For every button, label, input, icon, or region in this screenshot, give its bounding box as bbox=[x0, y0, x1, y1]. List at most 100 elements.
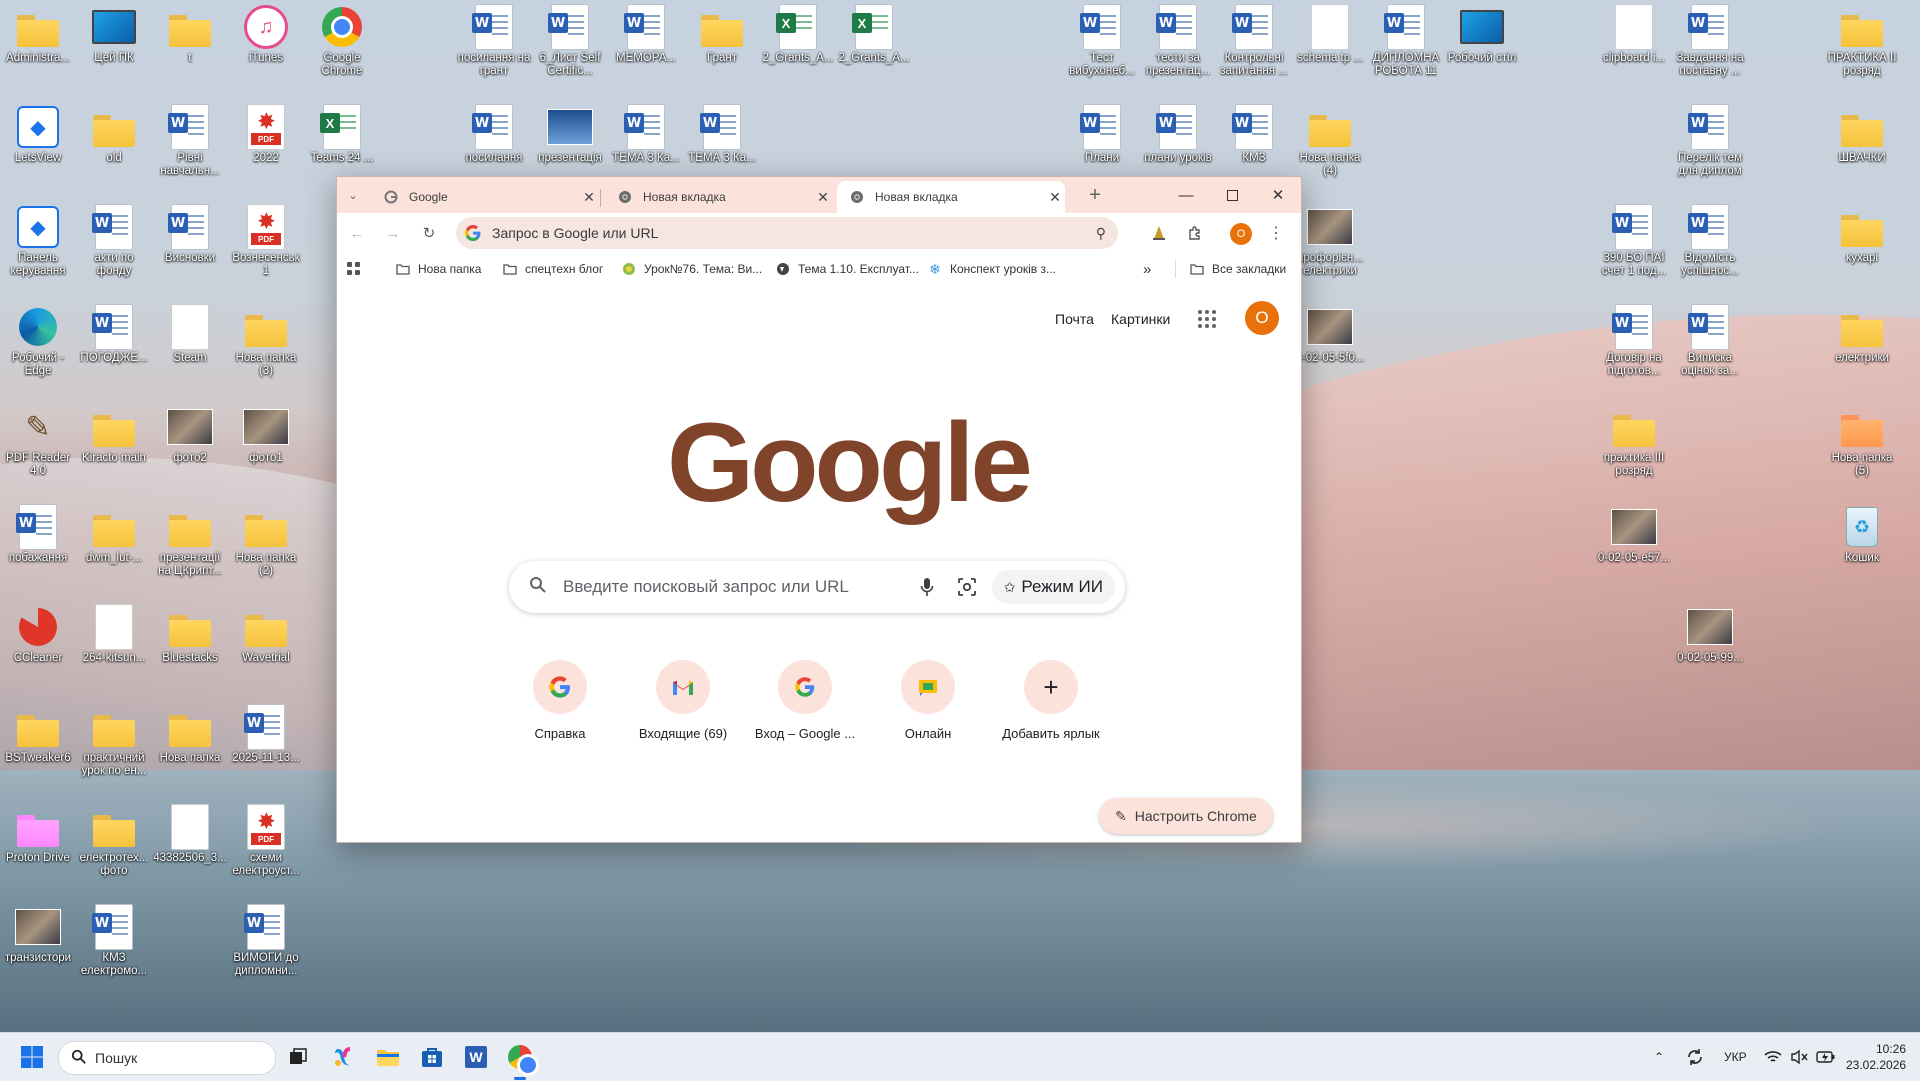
maximize-button[interactable] bbox=[1209, 177, 1255, 213]
desktop-icon[interactable]: W Завдання на поставну ... bbox=[1672, 4, 1748, 78]
tab-new-1[interactable]: Новая вкладка ✕ bbox=[605, 181, 833, 213]
desktop-icon[interactable]: Нова папка (3) bbox=[228, 304, 304, 378]
desktop-icon[interactable]: W 6_Лист Self Certific... bbox=[532, 4, 608, 78]
desktop-icon[interactable]: clipboard i... bbox=[1596, 4, 1672, 65]
desktop-icon[interactable]: 0-02-05-99... bbox=[1672, 604, 1748, 665]
desktop-icon[interactable]: W Контрольні запитання ... bbox=[1216, 4, 1292, 78]
desktop-icon[interactable]: X 2_Grants_A... bbox=[760, 4, 836, 65]
microphone-icon[interactable] bbox=[914, 577, 940, 597]
gmail-link[interactable]: Почта bbox=[1055, 311, 1094, 327]
desktop-icon[interactable]: презентації на ЦКрипт... bbox=[152, 504, 228, 578]
desktop-icon[interactable]: W Плани bbox=[1064, 104, 1140, 165]
images-link[interactable]: Картинки bbox=[1111, 311, 1170, 327]
copilot-icon[interactable] bbox=[328, 1041, 360, 1073]
desktop-icon[interactable]: dwm_lut-... bbox=[76, 504, 152, 565]
customize-chrome-button[interactable]: ✎ Настроить Chrome bbox=[1099, 798, 1273, 834]
clock[interactable]: 10:26 23.02.2026 bbox=[1846, 1041, 1906, 1073]
tab-close-icon[interactable]: ✕ bbox=[1045, 189, 1065, 206]
tab-close-icon[interactable]: ✕ bbox=[579, 189, 599, 206]
tab-search-chevron-icon[interactable]: ⌄ bbox=[341, 183, 365, 207]
desktop-icon[interactable]: Цей ПК bbox=[76, 4, 152, 65]
desktop-icon[interactable]: ◆ LetsView bbox=[0, 104, 76, 165]
desktop-icon[interactable]: W КМЗ bbox=[1216, 104, 1292, 165]
file-explorer-icon[interactable] bbox=[372, 1041, 404, 1073]
desktop-icon[interactable]: 264-kitsun... bbox=[76, 604, 152, 665]
desktop-icon[interactable]: Administra... bbox=[0, 4, 76, 65]
desktop-icon[interactable]: практичний урок по ен... bbox=[76, 704, 152, 778]
desktop-icon[interactable]: фото1 bbox=[228, 404, 304, 465]
desktop-icon[interactable]: практика ІІІ розряд bbox=[1596, 404, 1672, 478]
desktop-icon[interactable]: 0-02-05-5f0... bbox=[1292, 304, 1368, 365]
desktop-icon[interactable]: Нова папка (2) bbox=[228, 504, 304, 578]
desktop-icon[interactable]: X Teams 24 ... bbox=[304, 104, 380, 165]
all-bookmarks[interactable]: Все закладки bbox=[1189, 259, 1286, 279]
desktop-icon[interactable]: W КМЗ електромо... bbox=[76, 904, 152, 978]
forward-arrow-icon[interactable]: → bbox=[381, 221, 405, 245]
desktop-icon[interactable]: W ПОГОДЖЕ... bbox=[76, 304, 152, 365]
desktop-icon[interactable]: CCleaner bbox=[0, 604, 76, 665]
desktop-icon[interactable]: Wпосилання bbox=[456, 104, 532, 165]
desktop-icon[interactable]: Google Chrome bbox=[304, 4, 380, 78]
desktop-icon[interactable]: Wплани уроків bbox=[1140, 104, 1216, 165]
desktop-icon[interactable]: Wакти по фонду bbox=[76, 204, 152, 278]
desktop-icon[interactable]: W Рівні навчальн... bbox=[152, 104, 228, 178]
volume-muted-icon[interactable] bbox=[1790, 1033, 1808, 1081]
show-hidden-icons-chevron-icon[interactable]: ⌃ bbox=[1654, 1033, 1664, 1081]
extensions-puzzle-icon[interactable] bbox=[1183, 221, 1207, 245]
desktop-icon[interactable]: ✸ PDF 2022 bbox=[228, 104, 304, 165]
minimize-button[interactable]: — bbox=[1163, 177, 1209, 213]
bookmark-folder-spetstekhn[interactable]: спецтехн блог bbox=[502, 259, 603, 279]
new-tab-plus-icon[interactable]: + bbox=[1083, 183, 1107, 207]
google-lens-icon[interactable] bbox=[954, 577, 980, 597]
desktop-icon[interactable]: транзистори bbox=[0, 904, 76, 965]
bookmarks-overflow-icon[interactable]: » bbox=[1143, 259, 1151, 279]
battery-charging-icon[interactable] bbox=[1816, 1033, 1836, 1081]
bookmark-tema-1-10[interactable]: Тема 1.10. Експлуат... bbox=[775, 259, 919, 279]
desktop-icon[interactable]: W Відомість успішнос... bbox=[1672, 204, 1748, 278]
desktop-icon[interactable]: W МЕМОРА... bbox=[608, 4, 684, 65]
google-apps-icon[interactable] bbox=[1197, 309, 1217, 334]
desktop-icon[interactable]: ♻ Кошик bbox=[1824, 504, 1900, 565]
shortcut-add[interactable]: + Добавить ярлык bbox=[996, 660, 1106, 741]
desktop-icon[interactable]: кухарі bbox=[1824, 204, 1900, 265]
omnibox[interactable]: Запрос в Google или URL ⚲ bbox=[456, 217, 1118, 249]
reload-icon[interactable]: ↻ bbox=[417, 221, 441, 245]
shortcut-gmail[interactable]: Входящие (69) bbox=[628, 660, 738, 741]
menu-kebab-icon[interactable]: ⋮ bbox=[1264, 221, 1288, 245]
desktop-icon[interactable]: W ТЕМА 3 Ка... bbox=[608, 104, 684, 165]
desktop-icon[interactable]: Нова папка (5) bbox=[1824, 404, 1900, 478]
desktop-icon[interactable]: ✎ PDF Reader 4.0 bbox=[0, 404, 76, 478]
desktop-icon[interactable]: Wпобажання bbox=[0, 504, 76, 565]
desktop-icon[interactable]: електрики bbox=[1824, 304, 1900, 365]
desktop-icon[interactable]: W ДИПЛОМНА РОБОТА 11 bbox=[1368, 4, 1444, 78]
desktop-icon[interactable]: електротех... фото bbox=[76, 804, 152, 878]
desktop-icon[interactable]: ШВАЧКИ bbox=[1824, 104, 1900, 165]
desktop-icon[interactable]: ♫ iTunes bbox=[228, 4, 304, 65]
desktop-icon[interactable]: 0-02-05-e57... bbox=[1596, 504, 1672, 565]
desktop-icon[interactable]: Wпосилання на грант bbox=[456, 4, 532, 78]
desktop-icon[interactable]: Wтести за презентац... bbox=[1140, 4, 1216, 78]
desktop-icon[interactable]: schema tp ... bbox=[1292, 4, 1368, 65]
microsoft-store-icon[interactable] bbox=[416, 1041, 448, 1073]
desktop-icon[interactable]: Steam bbox=[152, 304, 228, 365]
desktop-icon[interactable]: ✸ PDF схеми електроуст... bbox=[228, 804, 304, 878]
desktop-icon[interactable]: Грант bbox=[684, 4, 760, 65]
shortcut-help[interactable]: Справка bbox=[505, 660, 615, 741]
chrome-taskbar-icon[interactable] bbox=[504, 1041, 536, 1073]
shortcut-meet[interactable]: Онлайн bbox=[873, 660, 983, 741]
tab-new-active[interactable]: Новая вкладка ✕ bbox=[837, 181, 1065, 213]
wifi-icon[interactable] bbox=[1764, 1033, 1782, 1081]
bookmark-folder-nova-papka[interactable]: Нова папка bbox=[395, 259, 481, 279]
extension-hat-icon[interactable] bbox=[1147, 221, 1171, 245]
desktop-icon[interactable]: Wavetrial bbox=[228, 604, 304, 665]
apps-grid-icon[interactable] bbox=[347, 259, 361, 279]
account-avatar[interactable]: О bbox=[1245, 301, 1279, 335]
desktop-icon[interactable]: Робочий - Edge bbox=[0, 304, 76, 378]
desktop-icon[interactable]: презентація bbox=[532, 104, 608, 165]
desktop-icon[interactable]: Kiracto main bbox=[76, 404, 152, 465]
desktop-icon[interactable]: W Виписка оцінок за... bbox=[1672, 304, 1748, 378]
profile-avatar[interactable]: О bbox=[1230, 223, 1252, 245]
zoom-icon[interactable]: ⚲ bbox=[1096, 225, 1106, 242]
back-arrow-icon[interactable]: ← bbox=[345, 221, 369, 245]
desktop-icon[interactable]: W Висновки bbox=[152, 204, 228, 265]
